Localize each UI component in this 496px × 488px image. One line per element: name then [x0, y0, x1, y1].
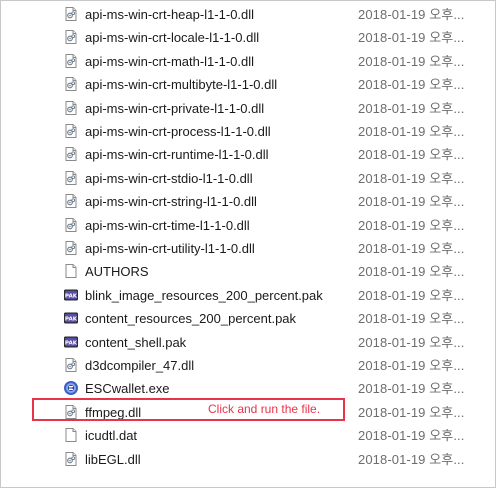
- file-row[interactable]: PAK blink_image_resources_200_percent.pak…: [1, 284, 495, 307]
- dll-file-icon: [63, 451, 79, 467]
- annotation-label: Click and run the file.: [208, 402, 321, 416]
- file-row[interactable]: libEGL.dll 2018-01-19 오후...: [1, 448, 495, 471]
- file-name: api-ms-win-crt-math-l1-1-0.dll: [85, 53, 255, 69]
- file-row[interactable]: api-ms-win-crt-multibyte-l1-1-0.dll 2018-…: [1, 73, 495, 96]
- file-date-modified: 2018-01-19 오후...: [358, 241, 465, 256]
- file-name: api-ms-win-crt-private-l1-1-0.dll: [85, 100, 265, 116]
- file-row[interactable]: api-ms-win-crt-math-l1-1-0.dll 2018-01-19…: [1, 50, 495, 73]
- app-exe-icon: [63, 380, 79, 396]
- dll-file-icon: [63, 357, 79, 373]
- file-name: blink_image_resources_200_percent.pak: [85, 287, 323, 303]
- file-date-modified: 2018-01-19 오후...: [358, 334, 465, 350]
- dll-file-icon: [63, 100, 79, 116]
- file-date-modified: 2018-01-19 오후...: [358, 358, 465, 373]
- dll-file-icon: [63, 146, 79, 162]
- file-date-modified: 2018-01-19 오후...: [358, 124, 465, 139]
- file-name: api-ms-win-crt-stdio-l1-1-0.dll: [85, 170, 253, 186]
- blank-file-icon: [63, 427, 79, 443]
- file-row[interactable]: api-ms-win-crt-string-l1-1-0.dll 2018-01-…: [1, 190, 495, 213]
- file-date-modified: 2018-01-19 오후...: [358, 311, 465, 327]
- dll-file-icon: [63, 170, 79, 186]
- file-date-modified: 2018-01-19 오후...: [358, 100, 465, 116]
- dll-file-icon: [63, 217, 79, 233]
- file-row[interactable]: d3dcompiler_47.dll 2018-01-19 오후...: [1, 354, 495, 377]
- dll-file-icon: [63, 123, 79, 139]
- file-row[interactable]: PAK content_resources_200_percent.pak 2018…: [1, 307, 495, 330]
- file-name: api-ms-win-crt-process-l1-1-0.dll: [85, 124, 271, 139]
- file-name: api-ms-win-crt-string-l1-1-0.dll: [85, 194, 257, 210]
- file-row[interactable]: api-ms-win-crt-process-l1-1-0.dll 2018-01…: [1, 120, 495, 143]
- dll-file-icon: [63, 53, 79, 69]
- file-date-modified: 2018-01-19 오후...: [358, 404, 465, 420]
- pak-file-icon: PAK: [63, 287, 79, 303]
- file-date-modified: 2018-01-19 오후...: [358, 53, 465, 69]
- file-name: content_resources_200_percent.pak: [85, 311, 297, 327]
- file-row[interactable]: api-ms-win-crt-runtime-l1-1-0.dll 2018-01…: [1, 143, 495, 166]
- file-date-modified: 2018-01-19 오후...: [358, 30, 465, 46]
- svg-text:PAK: PAK: [65, 340, 78, 346]
- dll-file-icon: [63, 193, 79, 209]
- svg-text:PAK: PAK: [65, 317, 78, 323]
- file-date-modified: 2018-01-19 오후...: [358, 428, 465, 444]
- pak-file-icon: PAK: [63, 334, 79, 350]
- file-date-modified: 2018-01-19 오후...: [358, 170, 465, 186]
- file-row[interactable]: ESCwallet.exe 2018-01-19 오후...: [1, 377, 495, 400]
- file-date-modified: 2018-01-19 오후...: [358, 217, 465, 233]
- svg-text:PAK: PAK: [65, 293, 78, 299]
- file-name: api-ms-win-crt-heap-l1-1-0.dll: [85, 7, 255, 22]
- file-name: api-ms-win-crt-time-l1-1-0.dll: [85, 217, 250, 233]
- file-date-modified: 2018-01-19 오후...: [358, 194, 465, 210]
- file-row[interactable]: api-ms-win-crt-utility-l1-1-0.dll 2018-01…: [1, 237, 495, 260]
- file-name: api-ms-win-crt-locale-l1-1-0.dll: [85, 30, 260, 46]
- file-date-modified: 2018-01-19 오후...: [358, 77, 465, 93]
- file-row[interactable]: PAK content_shell.pak 2018-01-19 오후...: [1, 331, 495, 354]
- file-name: api-ms-win-crt-runtime-l1-1-0.dll: [85, 147, 269, 163]
- file-name: libEGL.dll: [85, 451, 141, 467]
- file-name: content_shell.pak: [85, 334, 187, 350]
- file-row[interactable]: api-ms-win-crt-heap-l1-1-0.dll 2018-01-19…: [1, 3, 495, 26]
- file-name: api-ms-win-crt-utility-l1-1-0.dll: [85, 241, 255, 256]
- file-date-modified: 2018-01-19 오후...: [358, 381, 465, 397]
- file-row[interactable]: api-ms-win-crt-locale-l1-1-0.dll 2018-01-…: [1, 26, 495, 49]
- file-name: icudtl.dat: [85, 428, 138, 444]
- pak-file-icon: PAK: [63, 310, 79, 326]
- file-date-modified: 2018-01-19 오후...: [358, 7, 465, 22]
- file-name: AUTHORS: [85, 264, 149, 280]
- file-date-modified: 2018-01-19 오후...: [358, 287, 465, 303]
- blank-file-icon: [63, 263, 79, 279]
- file-explorer-list-view: api-ms-win-crt-heap-l1-1-0.dll 2018-01-19…: [0, 0, 496, 488]
- file-date-modified: 2018-01-19 오후...: [358, 147, 465, 163]
- dll-file-icon: [63, 240, 79, 256]
- file-name: api-ms-win-crt-multibyte-l1-1-0.dll: [85, 77, 278, 93]
- file-row[interactable]: api-ms-win-crt-stdio-l1-1-0.dll 2018-01-1…: [1, 167, 495, 190]
- file-row[interactable]: api-ms-win-crt-private-l1-1-0.dll 2018-01…: [1, 97, 495, 120]
- file-date-modified: 2018-01-19 오후...: [358, 451, 465, 467]
- dll-file-icon: [63, 29, 79, 45]
- dll-file-icon: [63, 6, 79, 22]
- dll-file-icon: [63, 76, 79, 92]
- file-row[interactable]: icudtl.dat 2018-01-19 오후...: [1, 424, 495, 447]
- file-name: d3dcompiler_47.dll: [85, 358, 195, 373]
- file-name: ESCwallet.exe: [85, 381, 170, 397]
- file-date-modified: 2018-01-19 오후...: [358, 264, 465, 280]
- file-row[interactable]: AUTHORS 2018-01-19 오후...: [1, 260, 495, 283]
- file-row[interactable]: api-ms-win-crt-time-l1-1-0.dll 2018-01-19…: [1, 214, 495, 237]
